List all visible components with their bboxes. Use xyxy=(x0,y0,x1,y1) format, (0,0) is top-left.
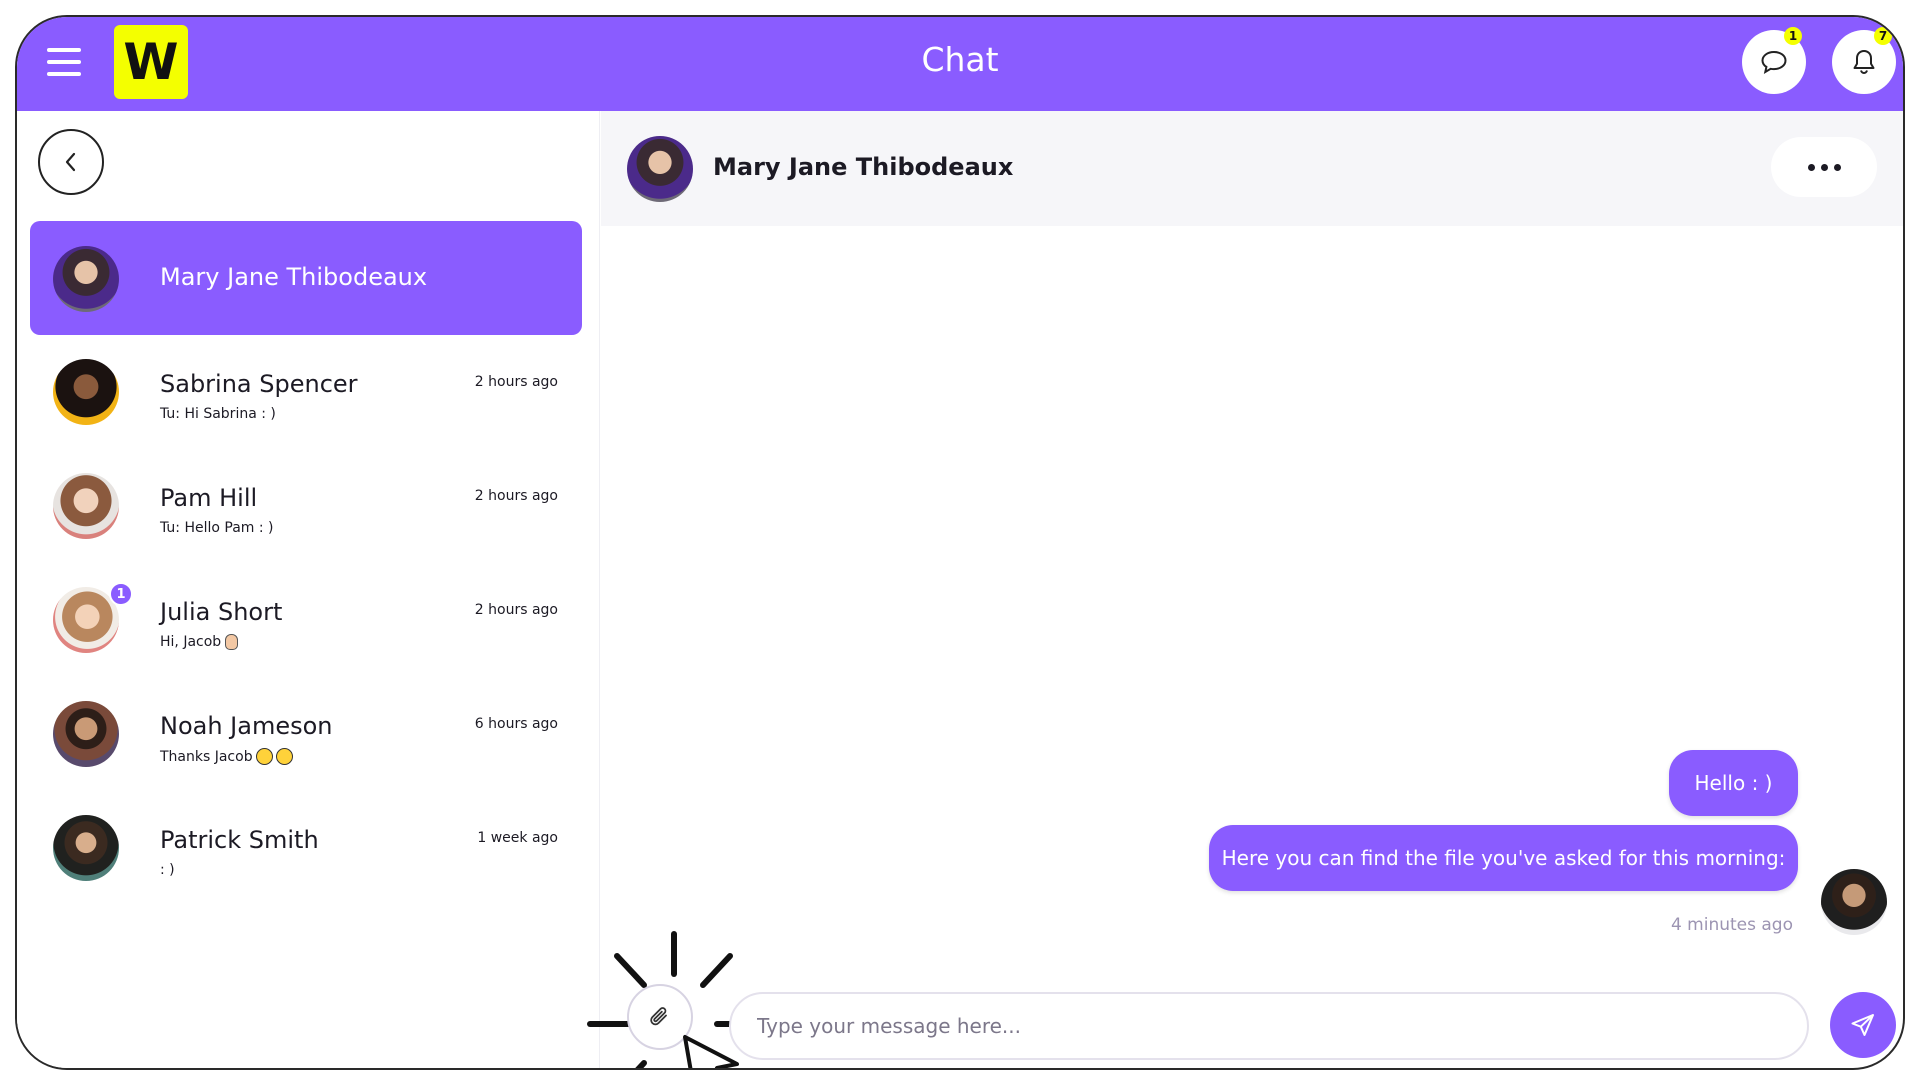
message-bubble: Here you can find the file you've asked … xyxy=(1209,825,1798,891)
preview-text: Thanks Jacob xyxy=(160,749,253,765)
smiley-emoji-icon xyxy=(275,748,293,765)
my-avatar xyxy=(1821,869,1887,935)
conversation-item-patrick[interactable]: Patrick Smith : ) 1 week ago xyxy=(30,790,582,904)
conversation-name: Patrick Smith xyxy=(160,826,319,854)
bell-icon xyxy=(1853,50,1875,75)
contact-avatar[interactable] xyxy=(627,136,693,202)
avatar xyxy=(53,473,119,539)
preview-text: Hi, Jacob xyxy=(160,634,222,650)
conversation-preview: Tu: Hello Pam : ) xyxy=(160,520,274,536)
conversation-sidebar: Mary Jane Thibodeaux Sabrina Spencer Tu:… xyxy=(17,111,600,1068)
more-options-button[interactable] xyxy=(1771,137,1877,197)
chat-header: Mary Jane Thibodeaux xyxy=(601,111,1903,226)
messages-button[interactable]: 1 xyxy=(1742,27,1806,94)
conversation-time: 1 week ago xyxy=(477,830,558,846)
avatar xyxy=(53,815,119,881)
conversation-name: Mary Jane Thibodeaux xyxy=(160,263,428,291)
conversation-time: 6 hours ago xyxy=(474,716,558,732)
dot-icon xyxy=(1820,163,1828,171)
send-icon xyxy=(1851,1014,1874,1036)
back-button[interactable] xyxy=(38,129,104,195)
message-input[interactable] xyxy=(729,992,1809,1060)
conversation-name: Julia Short xyxy=(160,598,283,626)
send-button[interactable] xyxy=(1830,992,1896,1058)
smiley-emoji-icon xyxy=(255,748,273,765)
conversation-item-julia[interactable]: 1 Julia Short Hi, Jacob 2 hours ago xyxy=(30,562,582,676)
top-bar: W Chat 1 7 xyxy=(17,17,1903,111)
conversation-preview: Hi, Jacob xyxy=(160,634,239,650)
avatar xyxy=(53,246,119,312)
messages-count-badge: 1 xyxy=(1784,27,1802,45)
page-title: Chat xyxy=(921,40,999,79)
conversation-preview: Tu: Hi Sabrina : ) xyxy=(160,406,276,422)
unread-count-badge: 1 xyxy=(109,582,133,606)
avatar xyxy=(53,359,119,425)
chat-bubble-icon xyxy=(1761,50,1787,75)
mouse-pointer-icon xyxy=(683,1035,739,1068)
conversation-item-noah[interactable]: Noah Jameson Thanks Jacob 6 hours ago xyxy=(30,676,582,790)
dot-icon xyxy=(1833,163,1841,171)
app-window: W Chat 1 7 Mary Jane Thibodeaux Sabrina … xyxy=(15,15,1905,1070)
conversation-time: 2 hours ago xyxy=(474,488,558,504)
conversation-name: Noah Jameson xyxy=(160,712,333,740)
conversation-name: Sabrina Spencer xyxy=(160,370,358,398)
conversation-preview: Thanks Jacob xyxy=(160,748,293,765)
paperclip-icon xyxy=(650,1007,667,1026)
contact-name: Mary Jane Thibodeaux xyxy=(713,153,1014,181)
chevron-left-icon xyxy=(65,152,76,172)
dot-icon xyxy=(1807,163,1815,171)
avatar xyxy=(53,701,119,767)
conversation-time: 2 hours ago xyxy=(474,374,558,390)
message-bubble: Hello : ) xyxy=(1669,750,1798,816)
conversation-name: Pam Hill xyxy=(160,484,258,512)
conversation-preview: : ) xyxy=(160,862,175,878)
message-timestamp: 4 minutes ago xyxy=(1670,915,1793,935)
conversation-item-sabrina[interactable]: Sabrina Spencer Tu: Hi Sabrina : ) 2 hou… xyxy=(30,334,582,448)
notifications-count-badge: 7 xyxy=(1874,27,1892,45)
conversation-item-mary-jane[interactable]: Mary Jane Thibodeaux xyxy=(30,221,582,335)
waving-hand-emoji-icon xyxy=(225,634,239,650)
notifications-button[interactable]: 7 xyxy=(1832,27,1896,94)
conversation-time: 2 hours ago xyxy=(474,602,558,618)
conversation-item-pam[interactable]: Pam Hill Tu: Hello Pam : ) 2 hours ago xyxy=(30,448,582,562)
